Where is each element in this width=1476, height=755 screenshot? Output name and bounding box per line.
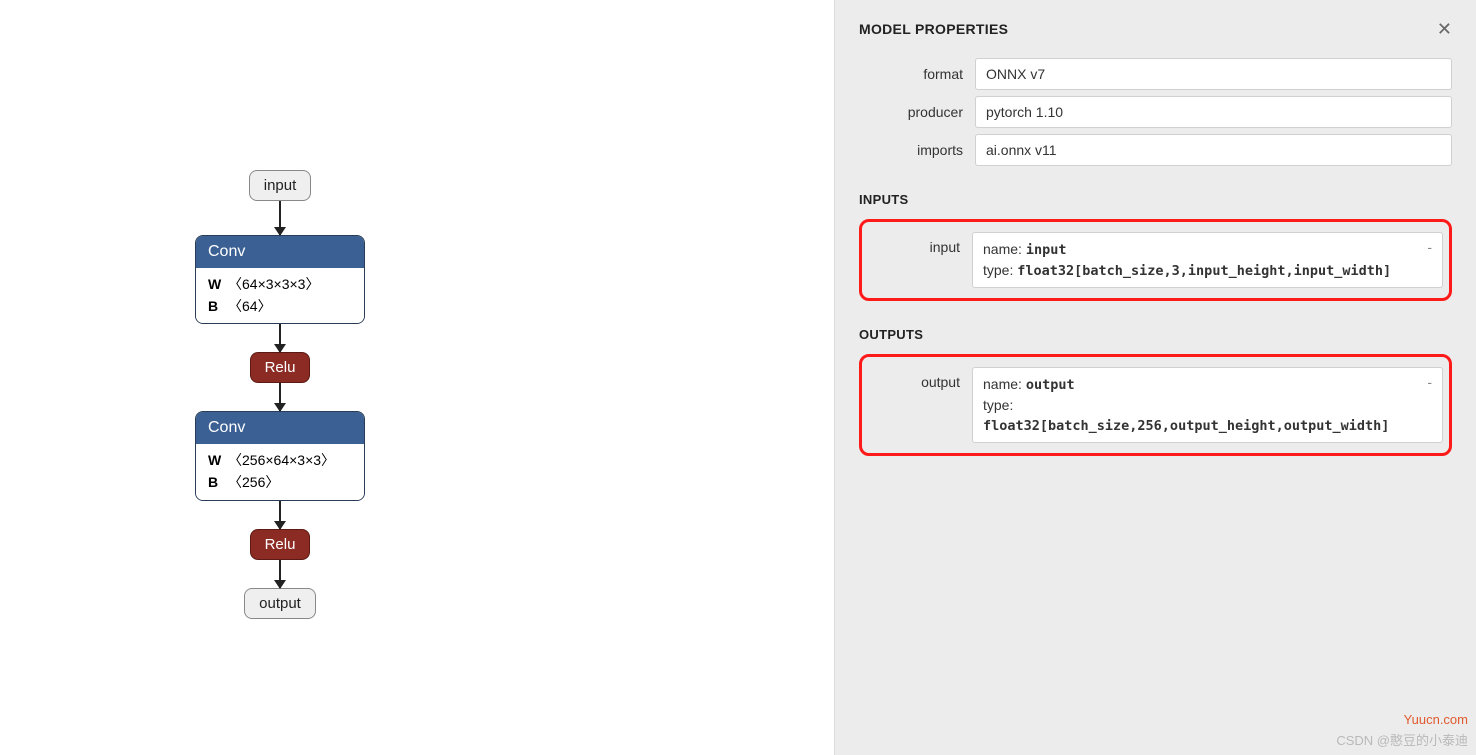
output-row: output - name: output type: float32[batc… xyxy=(868,367,1443,443)
close-icon[interactable]: ✕ xyxy=(1437,20,1452,38)
prop-value-producer[interactable]: pytorch 1.10 xyxy=(975,96,1452,128)
input-details[interactable]: - name: input type: float32[batch_size,3… xyxy=(972,232,1443,288)
node-conv-2-attrs: W〈256×64×3×3〉 B〈256〉 xyxy=(196,444,364,499)
graph-canvas[interactable]: input Conv W〈64×3×3×3〉 B〈64〉 Relu Conv W… xyxy=(0,0,834,755)
node-conv-1-title: Conv xyxy=(196,236,364,268)
collapse-icon[interactable]: - xyxy=(1427,239,1432,255)
panel-header: MODEL PROPERTIES ✕ xyxy=(859,20,1452,38)
prop-row-format: format ONNX v7 xyxy=(859,58,1452,90)
prop-value-format[interactable]: ONNX v7 xyxy=(975,58,1452,90)
node-output[interactable]: output xyxy=(244,588,316,619)
section-outputs-title: OUTPUTS xyxy=(859,327,1452,342)
output-details[interactable]: - name: output type: float32[batch_size,… xyxy=(972,367,1443,443)
section-inputs-title: INPUTS xyxy=(859,192,1452,207)
model-graph: input Conv W〈64×3×3×3〉 B〈64〉 Relu Conv W… xyxy=(130,170,430,619)
input-row-label: input xyxy=(868,232,972,288)
node-conv-1-attrs: W〈64×3×3×3〉 B〈64〉 xyxy=(196,268,364,323)
input-row: input - name: input type: float32[batch_… xyxy=(868,232,1443,288)
node-conv-2[interactable]: Conv W〈256×64×3×3〉 B〈256〉 xyxy=(195,411,365,500)
properties-panel: MODEL PROPERTIES ✕ format ONNX v7 produc… xyxy=(834,0,1476,755)
node-input[interactable]: input xyxy=(249,170,312,201)
panel-title: MODEL PROPERTIES xyxy=(859,21,1008,37)
prop-label: format xyxy=(859,66,975,82)
watermark-credit: CSDN @憨豆的小泰迪 xyxy=(1336,730,1468,749)
collapse-icon[interactable]: - xyxy=(1427,374,1432,390)
prop-label: producer xyxy=(859,104,975,120)
edge xyxy=(279,501,281,529)
edge xyxy=(279,383,281,411)
prop-row-producer: producer pytorch 1.10 xyxy=(859,96,1452,128)
prop-value-imports[interactable]: ai.onnx v11 xyxy=(975,134,1452,166)
edge xyxy=(279,324,281,352)
prop-row-imports: imports ai.onnx v11 xyxy=(859,134,1452,166)
prop-label: imports xyxy=(859,142,975,158)
node-conv-1[interactable]: Conv W〈64×3×3×3〉 B〈64〉 xyxy=(195,235,365,324)
outputs-highlight: output - name: output type: float32[batc… xyxy=(859,354,1452,456)
edge xyxy=(279,201,281,235)
output-row-label: output xyxy=(868,367,972,443)
app-root: input Conv W〈64×3×3×3〉 B〈64〉 Relu Conv W… xyxy=(0,0,1476,755)
inputs-highlight: input - name: input type: float32[batch_… xyxy=(859,219,1452,301)
edge xyxy=(279,560,281,588)
node-relu-1[interactable]: Relu xyxy=(250,352,311,383)
watermark-site: Yuucn.com xyxy=(1404,712,1468,727)
node-relu-2[interactable]: Relu xyxy=(250,529,311,560)
node-conv-2-title: Conv xyxy=(196,412,364,444)
